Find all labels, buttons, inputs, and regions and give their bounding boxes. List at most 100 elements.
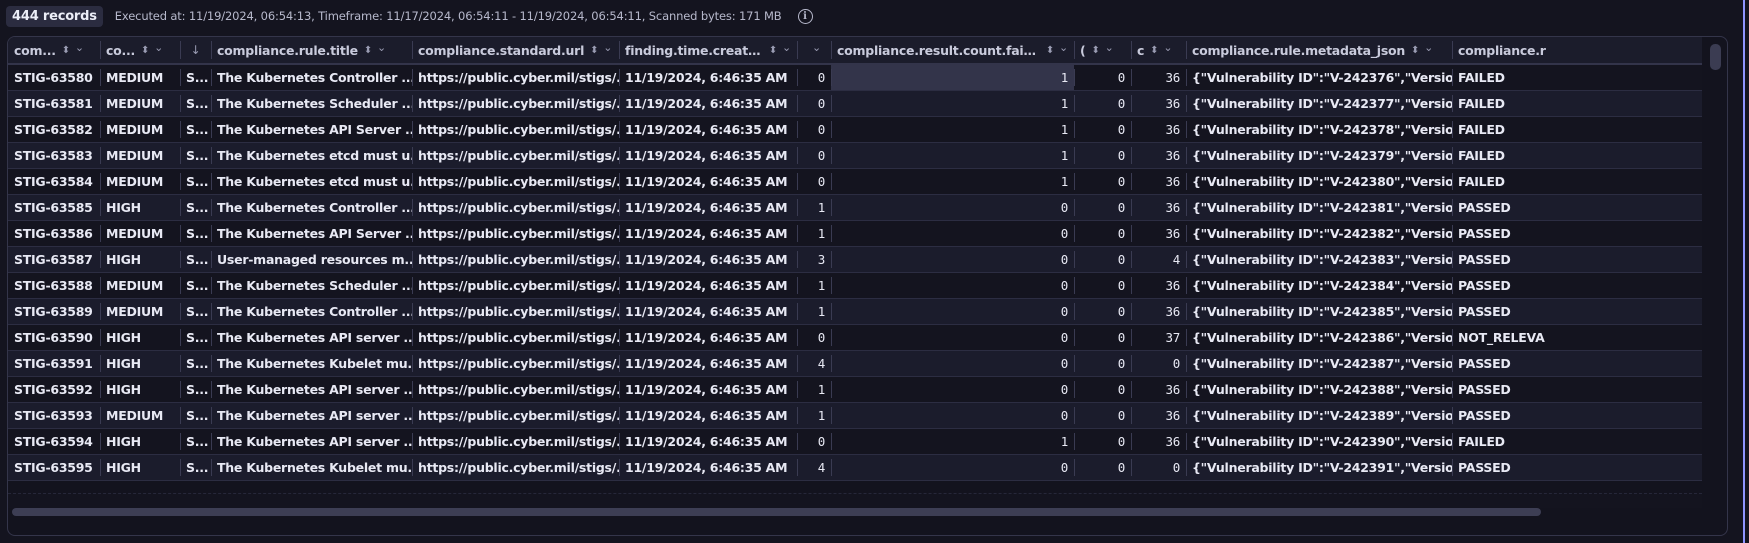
- table-cell[interactable]: 4: [1131, 247, 1186, 272]
- table-cell[interactable]: 0: [1074, 429, 1131, 454]
- table-cell[interactable]: PASSED: [1452, 377, 1702, 402]
- panel-resize-handle[interactable]: [1743, 0, 1745, 543]
- table-cell[interactable]: 11/19/2024, 6:46:35 AM: [619, 299, 797, 324]
- table-cell[interactable]: MEDIUM: [100, 117, 180, 142]
- table-cell[interactable]: S...: [180, 169, 211, 194]
- column-header[interactable]: (⬍ ⌄: [1074, 37, 1131, 63]
- table-cell[interactable]: https://public.cyber.mil/stigs/...: [412, 403, 619, 428]
- table-cell[interactable]: The Kubernetes etcd must u...: [211, 169, 412, 194]
- table-cell[interactable]: S...: [180, 429, 211, 454]
- table-cell[interactable]: HIGH: [100, 351, 180, 376]
- table-cell[interactable]: {"Vulnerability ID":"V-242388","Versio..…: [1186, 377, 1452, 402]
- table-row[interactable]: STIG-63593 MEDIUM S... The Kubernetes API s…: [8, 403, 1702, 429]
- table-cell[interactable]: NOT_RELEVA: [1452, 325, 1702, 350]
- sort-icon[interactable]: ⬍: [769, 45, 777, 56]
- table-cell[interactable]: 11/19/2024, 6:46:35 AM: [619, 273, 797, 298]
- table-cell[interactable]: 4: [797, 455, 831, 480]
- table-cell[interactable]: S...: [180, 273, 211, 298]
- table-cell[interactable]: 1: [797, 403, 831, 428]
- sort-icon[interactable]: ⬍: [141, 45, 149, 56]
- table-cell[interactable]: The Kubernetes API server ...: [211, 377, 412, 402]
- table-cell[interactable]: STIG-63582: [8, 117, 100, 142]
- table-cell[interactable]: S...: [180, 91, 211, 116]
- sort-icon[interactable]: ⬍: [1046, 45, 1054, 56]
- table-row[interactable]: STIG-63584 MEDIUM S... The Kubernetes etcd …: [8, 169, 1702, 195]
- column-header[interactable]: compliance.rule.metadata_json ⬍ ⌄: [1186, 37, 1452, 63]
- table-cell[interactable]: PASSED: [1452, 247, 1702, 272]
- table-cell[interactable]: STIG-63586: [8, 221, 100, 246]
- table-cell[interactable]: S...: [180, 195, 211, 220]
- table-cell[interactable]: 36: [1131, 429, 1186, 454]
- table-cell[interactable]: 0: [1074, 117, 1131, 142]
- table-cell[interactable]: S...: [180, 65, 211, 90]
- table-cell[interactable]: 0: [831, 403, 1074, 428]
- table-cell[interactable]: 0: [831, 273, 1074, 298]
- table-cell[interactable]: PASSED: [1452, 351, 1702, 376]
- table-cell[interactable]: PASSED: [1452, 195, 1702, 220]
- table-cell[interactable]: https://public.cyber.mil/stigs/...: [412, 377, 619, 402]
- table-cell[interactable]: The Kubernetes Scheduler ...: [211, 91, 412, 116]
- chevron-down-icon[interactable]: ⌄: [75, 41, 84, 54]
- table-cell[interactable]: FAILED: [1452, 65, 1702, 90]
- table-cell[interactable]: {"Vulnerability ID":"V-242382","Versio..…: [1186, 221, 1452, 246]
- column-header[interactable]: co... ⬍ ⌄: [100, 37, 180, 63]
- table-cell[interactable]: The Kubernetes API server ...: [211, 403, 412, 428]
- chevron-down-icon[interactable]: ⌄: [377, 41, 386, 54]
- table-cell[interactable]: 0: [831, 195, 1074, 220]
- table-cell[interactable]: HIGH: [100, 325, 180, 350]
- table-cell[interactable]: The Kubernetes Controller ...: [211, 299, 412, 324]
- sort-icon[interactable]: ⬍: [62, 45, 70, 56]
- table-cell[interactable]: The Kubernetes Controller ...: [211, 65, 412, 90]
- info-icon[interactable]: i: [797, 8, 813, 24]
- table-cell[interactable]: STIG-63594: [8, 429, 100, 454]
- table-cell[interactable]: FAILED: [1452, 117, 1702, 142]
- table-cell[interactable]: 36: [1131, 143, 1186, 168]
- chevron-down-icon[interactable]: ⌄: [1424, 41, 1433, 54]
- horizontal-scrollbar[interactable]: [12, 508, 1541, 516]
- sort-icon[interactable]: ⬍: [1091, 45, 1099, 56]
- column-header[interactable]: compliance.rule.title ⬍ ⌄: [211, 37, 412, 63]
- table-cell[interactable]: 11/19/2024, 6:46:35 AM: [619, 65, 797, 90]
- table-row[interactable]: STIG-63587 HIGH S... User-managed resources…: [8, 247, 1702, 273]
- table-cell[interactable]: 11/19/2024, 6:46:35 AM: [619, 91, 797, 116]
- table-cell[interactable]: 36: [1131, 403, 1186, 428]
- table-cell[interactable]: 0: [1074, 247, 1131, 272]
- table-cell[interactable]: MEDIUM: [100, 221, 180, 246]
- table-cell[interactable]: The Kubernetes Kubelet mu...: [211, 455, 412, 480]
- sort-icon[interactable]: ⬍: [364, 45, 372, 56]
- table-cell[interactable]: MEDIUM: [100, 299, 180, 324]
- table-cell[interactable]: https://public.cyber.mil/stigs/...: [412, 299, 619, 324]
- table-cell[interactable]: FAILED: [1452, 429, 1702, 454]
- chevron-down-icon[interactable]: ⌄: [1163, 41, 1172, 54]
- column-header[interactable]: ⌄: [797, 37, 831, 63]
- table-cell[interactable]: 11/19/2024, 6:46:35 AM: [619, 351, 797, 376]
- table-cell[interactable]: 0: [1074, 455, 1131, 480]
- table-cell[interactable]: 1: [797, 377, 831, 402]
- table-cell[interactable]: 36: [1131, 299, 1186, 324]
- table-cell[interactable]: https://public.cyber.mil/stigs/...: [412, 143, 619, 168]
- table-cell[interactable]: 0: [797, 91, 831, 116]
- table-cell[interactable]: 0: [831, 377, 1074, 402]
- table-cell[interactable]: STIG-63588: [8, 273, 100, 298]
- table-cell[interactable]: 11/19/2024, 6:46:35 AM: [619, 403, 797, 428]
- table-cell[interactable]: 11/19/2024, 6:46:35 AM: [619, 325, 797, 350]
- table-row[interactable]: STIG-63585 HIGH S... The Kubernetes Control…: [8, 195, 1702, 221]
- vertical-scrollbar[interactable]: [1710, 44, 1721, 70]
- table-row[interactable]: STIG-63591 HIGH S... The Kubernetes Kubelet…: [8, 351, 1702, 377]
- table-cell[interactable]: 0: [797, 429, 831, 454]
- table-cell[interactable]: 1: [831, 117, 1074, 142]
- table-cell[interactable]: 0: [1074, 221, 1131, 246]
- table-cell[interactable]: 0: [797, 169, 831, 194]
- table-cell[interactable]: 37: [1131, 325, 1186, 350]
- table-cell[interactable]: S...: [180, 377, 211, 402]
- table-cell[interactable]: HIGH: [100, 247, 180, 272]
- table-cell[interactable]: S...: [180, 117, 211, 142]
- table-cell[interactable]: {"Vulnerability ID":"V-242376","Versio..…: [1186, 65, 1452, 90]
- table-cell[interactable]: S...: [180, 455, 211, 480]
- table-cell[interactable]: PASSED: [1452, 299, 1702, 324]
- table-cell[interactable]: {"Vulnerability ID":"V-242378","Versio..…: [1186, 117, 1452, 142]
- table-cell[interactable]: https://public.cyber.mil/stigs/...: [412, 429, 619, 454]
- table-cell[interactable]: 36: [1131, 117, 1186, 142]
- table-cell[interactable]: https://public.cyber.mil/stigs/...: [412, 169, 619, 194]
- table-cell[interactable]: STIG-63585: [8, 195, 100, 220]
